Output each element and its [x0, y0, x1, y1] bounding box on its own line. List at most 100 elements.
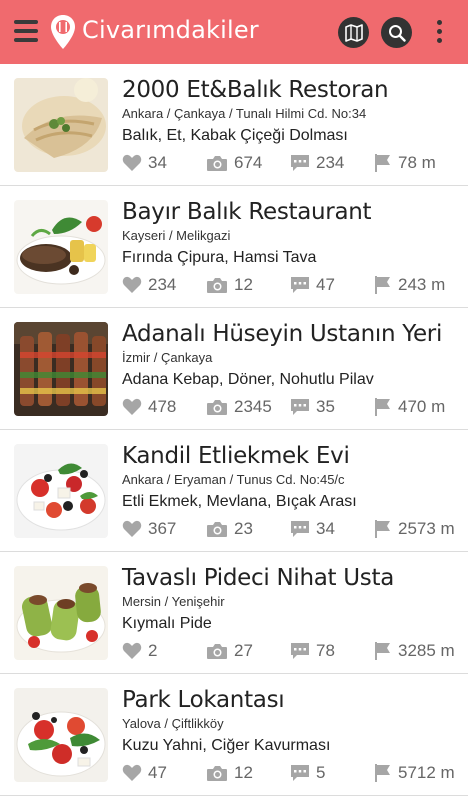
photos-stat[interactable]: 12 [206, 762, 253, 784]
likes-count: 234 [148, 275, 177, 294]
restaurant-dishes: Kuzu Yahni, Ciğer Kavurması [122, 737, 331, 754]
restaurant-photo [14, 200, 108, 294]
restaurant-location: Ankara / Çankaya / Tunalı Hilmi Cd. No:3… [122, 106, 367, 121]
comments-stat[interactable]: 34 [290, 518, 335, 540]
restaurant-photo [14, 78, 108, 172]
overflow-menu-button[interactable] [432, 20, 446, 46]
likes-stat[interactable]: 478 [122, 396, 176, 418]
likes-stat[interactable]: 2 [122, 640, 157, 662]
app-title: Civarımdakiler [82, 16, 259, 44]
likes-stat[interactable]: 34 [122, 152, 167, 174]
restaurant-name: Park Lokantası [122, 687, 285, 713]
likes-stat[interactable]: 367 [122, 518, 176, 540]
restaurant-list-item[interactable]: Park Lokantası Yalova / Çiftlikköy Kuzu … [0, 674, 468, 796]
menu-button[interactable] [14, 20, 40, 44]
photos-count: 674 [234, 153, 263, 172]
photos-count: 23 [234, 519, 253, 538]
restaurant-stats: 34 674 234 78 m [122, 152, 462, 174]
restaurant-stats: 367 23 34 2573 m [122, 518, 462, 540]
restaurant-dishes: Adana Kebap, Döner, Nohutlu Pilav [122, 371, 374, 388]
distance-value: 243 m [398, 275, 446, 294]
photos-count: 12 [234, 763, 253, 782]
camera-icon [207, 521, 227, 537]
restaurant-stats: 478 2345 35 470 m [122, 396, 462, 418]
search-button[interactable] [381, 17, 412, 48]
restaurant-dishes: Balık, Et, Kabak Çiçeği Dolması [122, 127, 348, 144]
restaurant-name: Tavaslı Pideci Nihat Usta [122, 565, 394, 591]
comment-icon [291, 521, 309, 537]
photos-stat[interactable]: 12 [206, 274, 253, 296]
comments-stat[interactable]: 35 [290, 396, 335, 418]
comments-stat[interactable]: 234 [290, 152, 344, 174]
restaurant-list-item[interactable]: Adanalı Hüseyin Ustanın Yeri İzmir / Çan… [0, 308, 468, 430]
comments-stat[interactable]: 5 [290, 762, 325, 784]
camera-icon [207, 399, 227, 415]
restaurant-list: 2000 Et&Balık Restoran Ankara / Çankaya … [0, 64, 468, 796]
distance-stat: 5712 m [374, 762, 455, 784]
camera-icon [207, 155, 227, 171]
photos-stat[interactable]: 674 [206, 152, 262, 174]
likes-stat[interactable]: 234 [122, 274, 176, 296]
photos-count: 27 [234, 641, 253, 660]
likes-stat[interactable]: 47 [122, 762, 167, 784]
restaurant-photo [14, 688, 108, 782]
camera-icon [207, 277, 227, 293]
photos-count: 12 [234, 275, 253, 294]
comments-count: 234 [316, 153, 345, 172]
likes-count: 34 [148, 153, 167, 172]
likes-count: 478 [148, 397, 177, 416]
distance-value: 78 m [398, 153, 436, 172]
distance-stat: 78 m [374, 152, 436, 174]
photos-stat[interactable]: 27 [206, 640, 253, 662]
comments-count: 78 [316, 641, 335, 660]
app-bar: Civarımdakiler [0, 0, 468, 64]
comment-icon [291, 643, 309, 659]
comments-count: 5 [316, 763, 326, 782]
restaurant-location: Yalova / Çiftlikköy [122, 716, 224, 731]
restaurant-list-item[interactable]: 2000 Et&Balık Restoran Ankara / Çankaya … [0, 64, 468, 186]
comments-stat[interactable]: 78 [290, 640, 335, 662]
heart-icon [122, 520, 142, 537]
restaurant-list-item[interactable]: Tavaslı Pideci Nihat Usta Mersin / Yeniş… [0, 552, 468, 674]
map-icon [344, 23, 363, 42]
restaurant-photo [14, 566, 108, 660]
comments-count: 35 [316, 397, 335, 416]
distance-value: 2573 m [398, 519, 455, 538]
location-pin-logo-icon [50, 14, 76, 50]
comment-icon [291, 155, 309, 171]
restaurant-name: Kandil Etliekmek Evi [122, 443, 350, 469]
comments-stat[interactable]: 47 [290, 274, 335, 296]
heart-icon [122, 764, 142, 781]
more-vertical-icon [436, 20, 442, 25]
restaurant-dishes: Fırında Çipura, Hamsi Tava [122, 249, 317, 266]
comment-icon [291, 765, 309, 781]
restaurant-list-item[interactable]: Bayır Balık Restaurant Kayseri / Melikga… [0, 186, 468, 308]
photos-stat[interactable]: 2345 [206, 396, 272, 418]
heart-icon [122, 154, 142, 171]
restaurant-stats: 2 27 78 3285 m [122, 640, 462, 662]
restaurant-photo [14, 444, 108, 538]
distance-stat: 3285 m [374, 640, 455, 662]
restaurant-location: Kayseri / Melikgazi [122, 228, 231, 243]
heart-icon [122, 276, 142, 293]
likes-count: 47 [148, 763, 167, 782]
flag-icon [375, 276, 390, 294]
hamburger-menu-icon [14, 20, 38, 24]
restaurant-dishes: Kıymalı Pide [122, 615, 212, 632]
restaurant-dishes: Etli Ekmek, Mevlana, Bıçak Arası [122, 493, 357, 510]
flag-icon [375, 642, 390, 660]
flag-icon [375, 764, 390, 782]
distance-stat: 2573 m [374, 518, 455, 540]
distance-value: 3285 m [398, 641, 455, 660]
restaurant-list-item[interactable]: Kandil Etliekmek Evi Ankara / Eryaman / … [0, 430, 468, 552]
distance-stat: 243 m [374, 274, 445, 296]
restaurant-name: Bayır Balık Restaurant [122, 199, 372, 225]
comments-count: 34 [316, 519, 335, 538]
distance-stat: 470 m [374, 396, 445, 418]
heart-icon [122, 642, 142, 659]
photos-count: 2345 [234, 397, 272, 416]
flag-icon [375, 154, 390, 172]
map-button[interactable] [338, 17, 369, 48]
restaurant-photo [14, 322, 108, 416]
photos-stat[interactable]: 23 [206, 518, 253, 540]
